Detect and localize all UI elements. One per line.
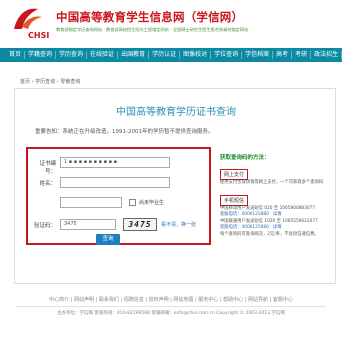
- captcha-row: 验证码： 3475 3475 看不清，换一张: [28, 218, 209, 231]
- captcha-image[interactable]: 3475: [123, 218, 157, 231]
- chsi-logo[interactable]: CHSI: [8, 5, 52, 41]
- breadcrumb: 首页 › 学历查询 › 零散查询: [20, 79, 81, 85]
- help-section: 获取查询码的方法： 网上支付 使用支付宝或快钱等网上支付，一个可获取多个查询码 …: [220, 153, 332, 238]
- query-panel: 中国高等教育学历证书查询 重要告知：系统正在升级改造，1991-2001年的学历…: [14, 88, 336, 284]
- page-title: 中国高等教育学历证书查询: [116, 107, 236, 118]
- notice-text: 重要告知：系统正在升级改造，1991-2001年的学历暂不提供查询服务。: [35, 129, 214, 135]
- nav-item[interactable]: 考研: [292, 51, 312, 59]
- footer-copyright: 主办单位：学信网 客服热线：010-82199588 客服邮箱：kefu@chs…: [56, 311, 286, 316]
- cert-row: 证书编号： 1 ▪ ▪ ▪ ▪ ▪ ▪ ▪ ▪ ▪ ▪: [28, 157, 209, 175]
- nav-item[interactable]: 学历认证: [149, 51, 181, 59]
- site-header: CHSI 中国高等教育学生信息网（学信网） 教育部指定学历查询网站 · 教育部高…: [0, 0, 342, 44]
- nav-item[interactable]: 首页: [6, 51, 26, 59]
- nav-item[interactable]: 学籍查询: [25, 51, 57, 59]
- extra-input[interactable]: [60, 197, 122, 208]
- query-button[interactable]: 查询: [96, 234, 120, 245]
- captcha-label: 验证码：: [33, 223, 56, 229]
- method-sms[interactable]: 手机短信: [220, 194, 249, 206]
- name-label: 姓名：: [39, 181, 56, 187]
- help-note: 每个查询码可查询两次，2元/条，不含短信通信费。: [220, 231, 319, 237]
- nav-item[interactable]: 学信档案: [242, 51, 274, 59]
- nav-item[interactable]: 学历查询: [56, 51, 88, 59]
- nav-item[interactable]: 高考: [273, 51, 293, 59]
- refresh-captcha-link[interactable]: 看不清，换一张: [161, 221, 196, 228]
- nav-item[interactable]: 出国教育: [118, 51, 150, 59]
- nav-item[interactable]: 学位查询: [211, 51, 243, 59]
- captcha-input[interactable]: 3475: [60, 219, 116, 230]
- online-pay-desc: 使用支付宝或快钱等网上支付，一个可获取多个查询码: [220, 180, 324, 185]
- site-title: 中国高等教育学生信息网（学信网）: [56, 10, 244, 24]
- cert-label: 证书编号：: [39, 161, 56, 175]
- method-online-pay[interactable]: 网上支付: [220, 169, 249, 180]
- name-row: 姓名：: [28, 177, 209, 189]
- footer-links[interactable]: 中心简介 | 网站声明 | 联系我们 | 招聘信息 | 授权声明 | 网站地图 …: [0, 296, 342, 303]
- help-title: 获取查询码的方法：: [220, 155, 270, 161]
- query-form: 证书编号： 1 ▪ ▪ ▪ ▪ ▪ ▪ ▪ ▪ ▪ ▪ 姓名： 尚未毕业生 验证…: [26, 147, 211, 245]
- logo-text: CHSI: [28, 31, 50, 40]
- footer-divider: [16, 306, 326, 307]
- not-graduated-label: 尚未毕业生: [139, 200, 165, 206]
- name-input[interactable]: [60, 177, 170, 188]
- not-graduated-checkbox[interactable]: [129, 199, 136, 206]
- nav-item[interactable]: 政法招生: [311, 51, 342, 59]
- nav-item[interactable]: 图像校对: [180, 51, 212, 59]
- nav-item[interactable]: 在线验证: [87, 51, 119, 59]
- main-nav: 首页 学籍查询 学历查询 在线验证 出国教育 学历认证 图像校对 学位查询 学信档案 高考 考研 政法…: [0, 48, 342, 62]
- cert-number-input[interactable]: 1 ▪ ▪ ▪ ▪ ▪ ▪ ▪ ▪ ▪ ▪: [60, 157, 170, 168]
- site-subtitle: 教育部指定学历查询网站 · 教育部高校招生阳光工程指定网站 · 全国硕士研究生招…: [56, 27, 249, 32]
- grad-row: 尚未毕业生: [28, 197, 209, 209]
